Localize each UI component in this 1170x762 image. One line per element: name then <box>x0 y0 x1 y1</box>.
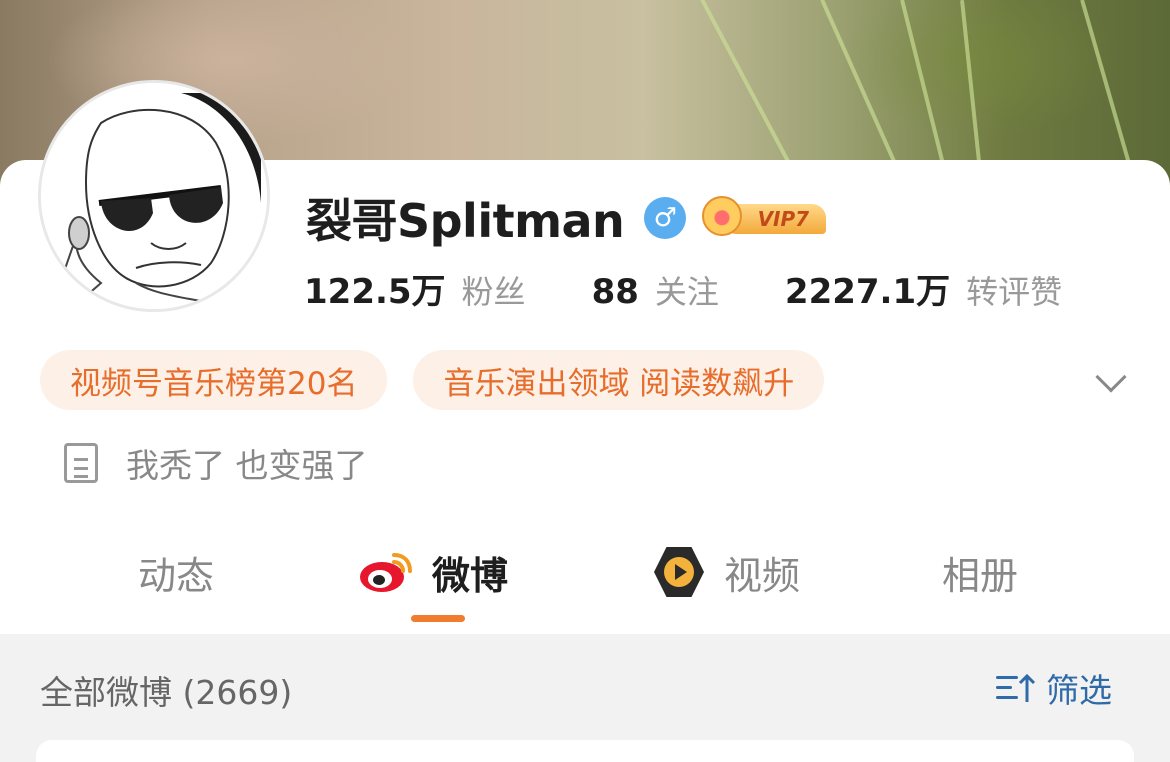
tab-label: 视频 <box>724 553 801 598</box>
all-posts-count[interactable]: 全部微博 (2669) <box>40 666 292 714</box>
profile-name-row: 裂哥Splitman ♂ VIP7 <box>306 186 830 250</box>
cover-grass-blade <box>1080 0 1137 183</box>
stat-value: 88 <box>591 272 639 312</box>
gender-symbol: ♂ <box>653 203 677 233</box>
active-tab-indicator <box>411 615 465 622</box>
stat-label: 转评赞 <box>966 273 1063 311</box>
achievement-tags: 视频号音乐榜第20名 音乐演出领域 阅读数飙升 <box>40 350 850 410</box>
feed-post-card[interactable] <box>36 740 1134 762</box>
bio-text: 我秃了 也变强了 <box>126 446 368 485</box>
male-icon: ♂ <box>644 197 687 239</box>
avatar-illustration <box>41 83 267 309</box>
weibo-logo-icon <box>358 549 414 595</box>
profile-bio: 我秃了 也变强了 <box>64 440 368 486</box>
stat-label: 关注 <box>654 273 719 311</box>
tab-label: 动态 <box>138 553 215 598</box>
filter-button[interactable]: 筛选 <box>996 664 1112 712</box>
stat-value: 122.5万 <box>304 272 446 312</box>
tab-weibo[interactable]: 微博 <box>358 542 508 602</box>
cover-grass-blade <box>820 0 906 183</box>
stat-value: 2227.1万 <box>784 272 951 312</box>
stat-reposts-comments-likes[interactable]: 2227.1万 转评赞 <box>785 264 1062 313</box>
tab-label: 相册 <box>942 553 1019 598</box>
tab-album[interactable]: 相册 <box>942 542 1018 602</box>
vip-badge[interactable]: VIP7 <box>702 194 830 242</box>
tag-reading-trend[interactable]: 音乐演出领域 阅读数飙升 <box>413 350 825 410</box>
tab-video[interactable]: 视频 <box>654 542 800 602</box>
video-icon <box>654 547 704 597</box>
cover-grass-blade <box>700 0 793 168</box>
filter-sort-icon <box>996 670 1036 706</box>
profile-stats: 122.5万 粉丝 88 关注 2227.1万 转评赞 <box>304 264 1128 312</box>
stat-label: 粉丝 <box>461 273 526 311</box>
profile-tabs: 动态 微博 视频 相册 <box>0 532 1170 628</box>
document-icon <box>64 443 98 483</box>
tab-label: 微博 <box>432 553 509 598</box>
avatar[interactable] <box>38 80 270 312</box>
tag-music-chart-rank[interactable]: 视频号音乐榜第20名 <box>40 350 388 410</box>
tab-activity[interactable]: 动态 <box>138 542 214 602</box>
profile-name: 裂哥Splitman <box>306 194 625 248</box>
stat-following[interactable]: 88 关注 <box>592 267 719 313</box>
stat-followers[interactable]: 122.5万 粉丝 <box>304 264 526 313</box>
filter-label: 筛选 <box>1046 671 1112 710</box>
